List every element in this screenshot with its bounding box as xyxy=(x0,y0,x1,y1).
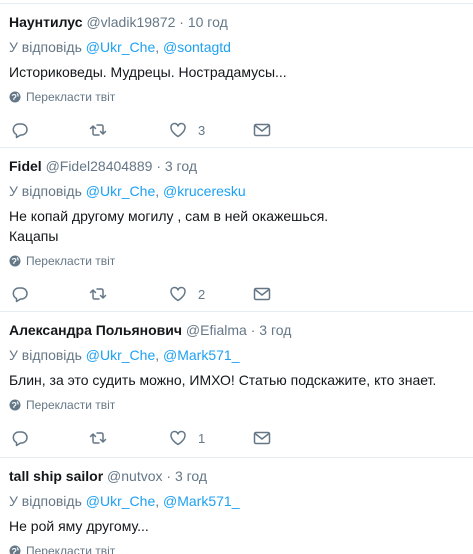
author-handle[interactable]: @Efialma xyxy=(186,322,247,338)
translate-label: Перекласти твіт xyxy=(26,90,116,104)
translate-tweet-link[interactable]: Перекласти твіт xyxy=(9,89,463,105)
heart-icon xyxy=(170,430,186,446)
reply-context: У відповідь @Ukr_Che, @Mark571_ xyxy=(9,493,240,509)
author-name[interactable]: tall ship sailor xyxy=(9,468,103,484)
tweet-header: Fidel @Fidel28404889 · 3 год xyxy=(9,156,463,176)
envelope-icon xyxy=(253,431,271,445)
like-count: 1 xyxy=(198,430,206,446)
direct-message-button[interactable] xyxy=(253,285,271,303)
separator-dot: · xyxy=(179,14,184,30)
tweet-text-line: Не рой яму другому... xyxy=(9,518,149,534)
mention-link[interactable]: @Ukr_Che xyxy=(86,39,155,55)
tweet[interactable]: tall ship sailor @nutvox · 3 год У відпо… xyxy=(0,458,473,554)
reply-button[interactable] xyxy=(9,429,89,447)
direct-message-button[interactable] xyxy=(253,121,271,139)
reply-context: У відповідь @Ukr_Che, @kruceresku xyxy=(9,183,246,199)
author-handle[interactable]: @nutvox xyxy=(107,468,162,484)
translate-tweet-link[interactable]: Перекласти твіт xyxy=(9,253,463,269)
like-count: 2 xyxy=(198,286,206,302)
reply-context: У відповідь @Ukr_Che, @sontagtd xyxy=(9,39,231,55)
reply-prefix: У відповідь xyxy=(9,347,82,363)
like-button[interactable]: 3 xyxy=(169,121,253,139)
tweet-header: tall ship sailor @nutvox · 3 год xyxy=(9,466,463,486)
heart-icon xyxy=(170,122,186,138)
tweet-time[interactable]: 3 год xyxy=(259,322,291,338)
reply-icon xyxy=(12,287,28,303)
reply-prefix: У відповідь xyxy=(9,39,82,55)
mention-link[interactable]: @kruceresku xyxy=(163,183,246,199)
author-name[interactable]: Александра Польянович xyxy=(9,322,182,338)
tweet-time[interactable]: 10 год xyxy=(188,14,228,30)
tweet[interactable]: Александра Польянович @Efialma · 3 год У… xyxy=(0,312,473,458)
globe-icon xyxy=(9,399,21,411)
translate-label: Перекласти твіт xyxy=(26,254,116,268)
globe-icon xyxy=(9,255,21,267)
envelope-icon xyxy=(253,123,271,137)
globe-icon xyxy=(9,91,21,103)
tweet-actions: 2 xyxy=(9,284,463,304)
tweet-actions: 3 xyxy=(9,120,463,140)
separator-dot: · xyxy=(250,322,256,338)
reply-prefix: У відповідь xyxy=(9,493,82,509)
author-handle[interactable]: @vladik19872 xyxy=(86,14,175,30)
translate-tweet-link[interactable]: Перекласти твіт xyxy=(9,543,463,554)
tweet[interactable]: Fidel @Fidel28404889 · 3 год У відповідь… xyxy=(0,148,473,312)
mention-link[interactable]: @sontagtd xyxy=(163,39,231,55)
reply-icon xyxy=(12,431,28,447)
tweet[interactable]: Наунтилус @vladik19872 · 10 год У відпов… xyxy=(0,4,473,148)
reply-button[interactable] xyxy=(9,121,89,139)
separator-dot: · xyxy=(156,158,161,174)
tweet-text-line: Блин, за это судить можно, ИМХО! Статью … xyxy=(9,372,437,388)
translate-label: Перекласти твіт xyxy=(26,544,116,554)
retweet-button[interactable] xyxy=(89,121,169,139)
retweet-icon xyxy=(89,288,107,300)
tweet-feed: Наунтилус @vladik19872 · 10 год У відпов… xyxy=(0,0,473,554)
reply-prefix: У відповідь xyxy=(9,183,82,199)
reply-button[interactable] xyxy=(9,285,89,303)
author-name[interactable]: Наунтилус xyxy=(9,14,83,30)
tweet-header: Александра Польянович @Efialma · 3 год xyxy=(9,320,463,340)
tweet-text-line: Кацапы xyxy=(9,228,59,244)
like-button[interactable]: 2 xyxy=(169,285,253,303)
mention-link[interactable]: @Ukr_Che xyxy=(86,183,155,199)
tweet-time[interactable]: 3 год xyxy=(175,468,207,484)
reply-icon xyxy=(12,123,28,139)
retweet-button[interactable] xyxy=(89,285,169,303)
tweet-text: Историковеды. Мудрецы. Нострадамусы... xyxy=(9,62,463,82)
reply-context: У відповідь @Ukr_Che, @Mark571_ xyxy=(9,347,240,363)
mention-link[interactable]: @Mark571_ xyxy=(163,347,239,363)
retweet-icon xyxy=(89,124,107,136)
separator-dot: · xyxy=(166,468,172,484)
mention-link[interactable]: @Ukr_Che xyxy=(86,493,155,509)
tweet-header: Наунтилус @vladik19872 · 10 год xyxy=(9,12,463,32)
translate-label: Перекласти твіт xyxy=(26,398,116,412)
mention-link[interactable]: @Mark571_ xyxy=(163,493,239,509)
tweet-text: Не рой яму другому... xyxy=(9,516,463,536)
tweet-text: Не копай другому могилу , сам в ней окаж… xyxy=(9,206,463,246)
tweet-text-line: Историковеды. Мудрецы. Нострадамусы... xyxy=(9,64,287,80)
like-button[interactable]: 1 xyxy=(169,429,253,447)
author-handle[interactable]: @Fidel28404889 xyxy=(46,158,153,174)
mention-link[interactable]: @Ukr_Che xyxy=(86,347,155,363)
tweet-actions: 1 xyxy=(9,428,463,448)
heart-icon xyxy=(170,286,186,302)
retweet-icon xyxy=(89,432,107,444)
tweet-time[interactable]: 3 год xyxy=(165,158,197,174)
tweet-text: Блин, за это судить можно, ИМХО! Статью … xyxy=(9,370,463,390)
tweet-text-line: Не копай другому могилу , сам в ней окаж… xyxy=(9,208,329,224)
direct-message-button[interactable] xyxy=(253,429,271,447)
like-count: 3 xyxy=(198,122,206,138)
globe-icon xyxy=(9,545,21,554)
translate-tweet-link[interactable]: Перекласти твіт xyxy=(9,397,463,413)
retweet-button[interactable] xyxy=(89,429,169,447)
author-name[interactable]: Fidel xyxy=(9,158,42,174)
envelope-icon xyxy=(253,287,271,301)
